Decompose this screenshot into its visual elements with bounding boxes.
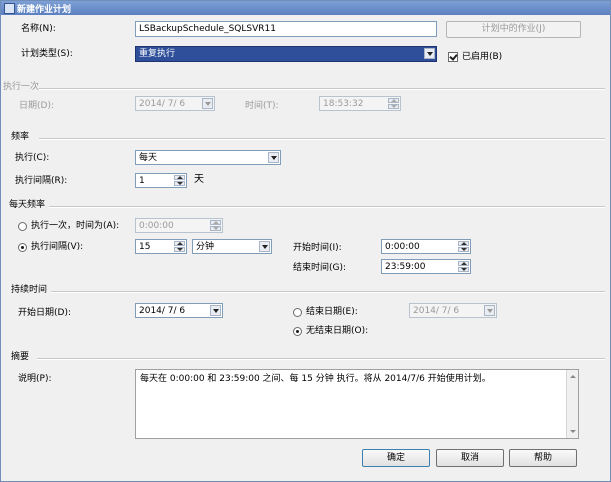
end-time-value: 23:59:00 bbox=[385, 262, 426, 272]
chevron-down-icon bbox=[202, 98, 213, 109]
scroll-down-icon[interactable] bbox=[567, 426, 578, 437]
divider bbox=[49, 206, 605, 208]
occurs-once-radio[interactable] bbox=[18, 222, 27, 231]
occurs-value: 每天 bbox=[139, 153, 158, 163]
start-time-spinner[interactable]: 0:00:00 bbox=[381, 239, 471, 254]
occurs-every-spinner[interactable]: 15 bbox=[135, 239, 187, 254]
occurs-once-time-spinner[interactable]: 0:00:00 bbox=[135, 218, 223, 233]
schedule-type-select[interactable]: 重复执行 bbox=[135, 46, 437, 62]
scroll-up-icon[interactable] bbox=[567, 371, 578, 382]
title-bar: 新建作业计划 bbox=[1, 1, 610, 15]
occurs-every-unit-value: 分钟 bbox=[196, 242, 215, 252]
end-date-value: 2014/ 7/ 6 bbox=[413, 306, 460, 316]
spinner-arrows-icon[interactable] bbox=[388, 98, 399, 109]
duration-section-title: 持续时间 bbox=[11, 285, 48, 295]
description-scrollbar[interactable] bbox=[566, 370, 578, 438]
occurs-label: 执行(C): bbox=[15, 153, 50, 163]
one-time-date-picker[interactable]: 2014/ 7/ 6 bbox=[135, 96, 215, 111]
occurs-every-unit-select[interactable]: 分钟 bbox=[192, 239, 272, 254]
occurs-every-value: 15 bbox=[139, 242, 151, 252]
recurs-unit-label: 天 bbox=[194, 174, 204, 185]
one-time-section-title: 执行一次 bbox=[3, 82, 40, 92]
recurs-every-label: 执行间隔(R): bbox=[15, 176, 68, 186]
name-label: 名称(N): bbox=[21, 24, 56, 34]
start-time-value: 0:00:00 bbox=[385, 242, 420, 252]
one-time-time-label: 时间(T): bbox=[245, 101, 279, 111]
schedule-type-value: 重复执行 bbox=[139, 49, 176, 59]
window-title: 新建作业计划 bbox=[17, 5, 72, 15]
divider bbox=[37, 358, 605, 360]
start-date-picker[interactable]: 2014/ 7/ 6 bbox=[135, 303, 223, 318]
spinner-arrows-icon[interactable] bbox=[174, 241, 185, 252]
end-date-label: 结束日期(E): bbox=[306, 307, 358, 317]
chevron-down-icon bbox=[424, 48, 435, 59]
divider bbox=[39, 88, 605, 90]
summary-section-title: 摘要 bbox=[11, 352, 30, 362]
chevron-down-icon bbox=[484, 305, 495, 316]
start-date-value: 2014/ 7/ 6 bbox=[139, 306, 186, 316]
ok-button[interactable]: 确定 bbox=[362, 449, 430, 467]
spinner-arrows-icon[interactable] bbox=[174, 175, 185, 186]
occurs-select[interactable]: 每天 bbox=[135, 150, 281, 165]
chevron-down-icon bbox=[210, 305, 221, 316]
schedule-type-label: 计划类型(S): bbox=[21, 49, 73, 59]
divider bbox=[51, 291, 605, 293]
occurs-once-time-value: 0:00:00 bbox=[139, 221, 174, 231]
spinner-arrows-icon[interactable] bbox=[458, 241, 469, 252]
end-time-label: 结束时间(G): bbox=[293, 263, 347, 273]
jobs-in-schedule-button[interactable]: 计划中的作业(J) bbox=[446, 21, 581, 38]
start-time-label: 开始时间(I): bbox=[293, 243, 342, 253]
enabled-checkbox[interactable] bbox=[448, 52, 458, 62]
chevron-down-icon bbox=[259, 241, 270, 252]
end-date-radio[interactable] bbox=[293, 308, 302, 317]
occurs-every-label: 执行间隔(V): bbox=[31, 242, 84, 252]
one-time-time-value: 18:53:32 bbox=[323, 99, 364, 109]
description-textarea[interactable]: 每天在 0:00:00 和 23:59:00 之间、每 15 分钟 执行。将从 … bbox=[135, 369, 579, 439]
no-end-date-radio[interactable] bbox=[293, 327, 302, 336]
window-icon bbox=[4, 3, 15, 14]
chevron-down-icon bbox=[268, 152, 279, 163]
frequency-section-title: 频率 bbox=[11, 132, 30, 142]
enabled-label: 已启用(B) bbox=[462, 52, 503, 62]
one-time-date-value: 2014/ 7/ 6 bbox=[139, 99, 186, 109]
recurs-every-value: 1 bbox=[139, 176, 145, 186]
description-label: 说明(P): bbox=[18, 374, 52, 384]
occurs-every-radio[interactable] bbox=[18, 243, 27, 252]
recurs-every-spinner[interactable]: 1 bbox=[135, 173, 187, 188]
one-time-date-label: 日期(D): bbox=[19, 101, 54, 111]
end-time-spinner[interactable]: 23:59:00 bbox=[381, 259, 471, 274]
start-date-label: 开始日期(D): bbox=[18, 308, 71, 318]
spinner-arrows-icon[interactable] bbox=[458, 261, 469, 272]
spinner-arrows-icon[interactable] bbox=[210, 220, 221, 231]
name-value: LSBackupSchedule_SQLSVR11 bbox=[139, 24, 276, 34]
end-date-picker[interactable]: 2014/ 7/ 6 bbox=[409, 303, 497, 318]
cancel-button[interactable]: 取消 bbox=[436, 449, 504, 467]
new-job-schedule-dialog: 新建作业计划 名称(N): LSBackupSchedule_SQLSVR11 … bbox=[0, 0, 611, 482]
divider bbox=[39, 138, 605, 140]
occurs-once-label: 执行一次，时间为(A): bbox=[31, 221, 120, 231]
help-button[interactable]: 帮助 bbox=[509, 449, 577, 467]
one-time-time-spinner[interactable]: 18:53:32 bbox=[319, 96, 401, 111]
description-value: 每天在 0:00:00 和 23:59:00 之间、每 15 分钟 执行。将从 … bbox=[140, 374, 491, 384]
name-input[interactable]: LSBackupSchedule_SQLSVR11 bbox=[135, 21, 437, 37]
daily-frequency-section-title: 每天频率 bbox=[9, 200, 46, 210]
no-end-date-label: 无结束日期(O): bbox=[306, 326, 369, 336]
